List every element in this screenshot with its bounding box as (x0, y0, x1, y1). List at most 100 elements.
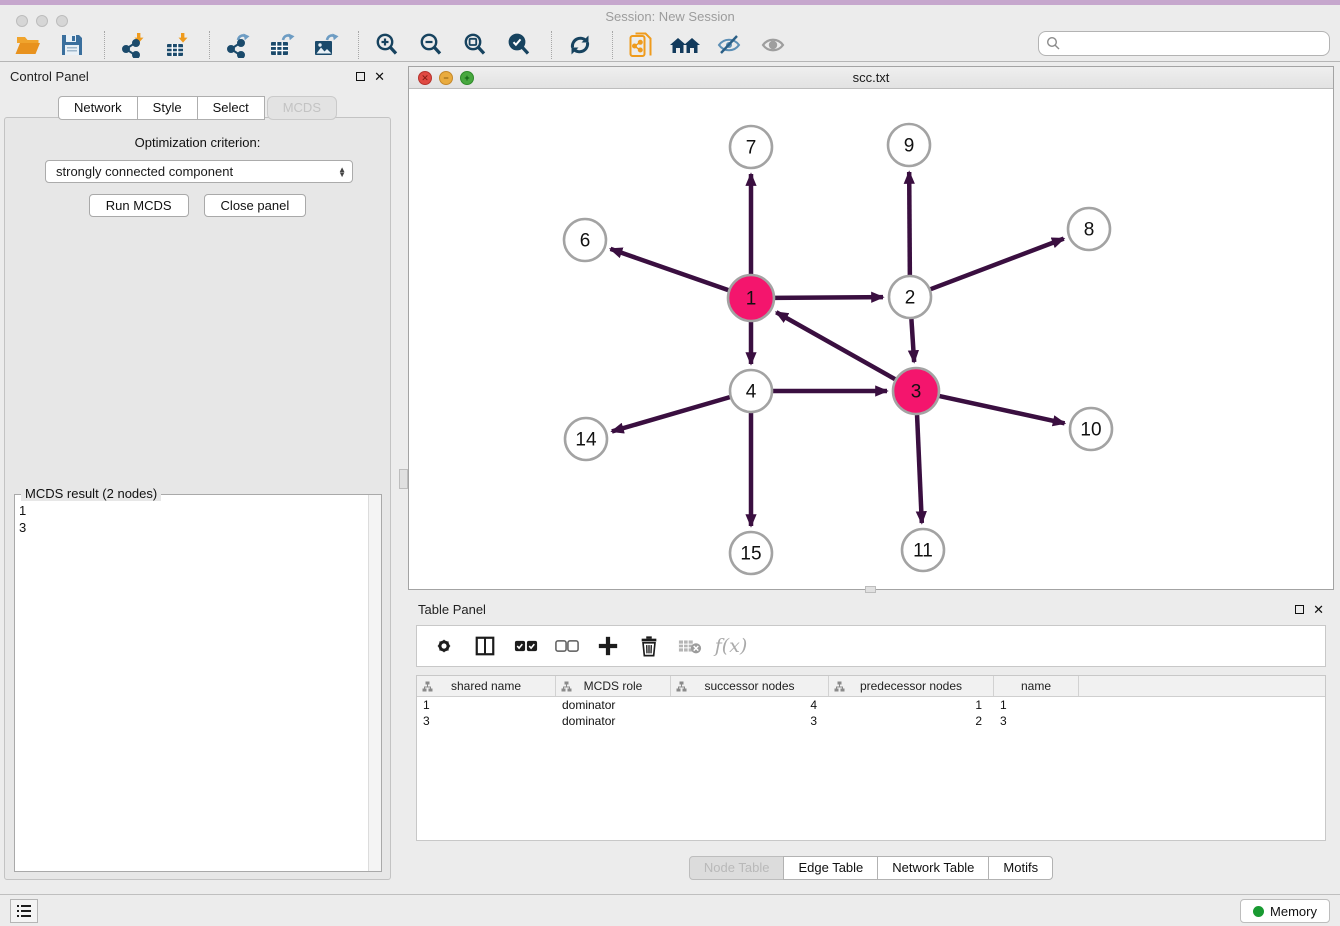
delete-rows-button[interactable] (636, 633, 662, 659)
graph-edge-2-8[interactable] (931, 239, 1064, 290)
table-cell[interactable]: 1 (829, 697, 994, 713)
table-cell[interactable]: 2 (829, 713, 994, 729)
clone-network-button[interactable] (625, 30, 657, 60)
tab-network-table[interactable]: Network Table (877, 856, 989, 880)
graph-node-14[interactable]: 14 (565, 418, 607, 460)
graph-node-10[interactable]: 10 (1070, 408, 1112, 450)
tab-select[interactable]: Select (197, 96, 265, 120)
tab-style[interactable]: Style (137, 96, 198, 120)
graph-edge-2-9[interactable] (909, 172, 910, 275)
graph-node-9[interactable]: 9 (888, 124, 930, 166)
table-cell[interactable]: 3 (994, 713, 1079, 729)
open-session-button[interactable] (12, 30, 44, 60)
table-cell[interactable]: 4 (671, 697, 829, 713)
table-cell[interactable]: 3 (417, 713, 556, 729)
graph-edge-3-10[interactable] (939, 396, 1064, 423)
graph-node-15[interactable]: 15 (730, 532, 772, 574)
table-cell[interactable]: 1 (994, 697, 1079, 713)
export-table-button[interactable] (266, 30, 298, 60)
column-header-label: shared name (451, 679, 521, 693)
graph-node-2[interactable]: 2 (889, 276, 931, 318)
window-controls-inactive[interactable] (16, 15, 68, 27)
optimization-criterion-select[interactable]: strongly connected component ▲▼ (45, 160, 353, 183)
result-scrollbar[interactable] (368, 495, 381, 871)
hide-selected-button[interactable] (713, 30, 745, 60)
close-panel-button[interactable]: Close panel (204, 194, 307, 217)
network-maximize-button[interactable]: + (460, 71, 474, 85)
eye-icon (760, 33, 786, 57)
select-all-columns-button[interactable] (513, 633, 539, 659)
graph-edge-2-3[interactable] (911, 319, 914, 362)
toolbar-search-field[interactable] (1038, 31, 1330, 56)
table-row[interactable]: 1dominator411 (417, 697, 1325, 713)
import-table-button[interactable] (161, 30, 193, 60)
import-network-button[interactable] (117, 30, 149, 60)
add-row-button[interactable] (595, 633, 621, 659)
column-header-successor-nodes[interactable]: successor nodes (671, 676, 829, 696)
home-reset-view-button[interactable] (669, 30, 701, 60)
float-panel-icon[interactable] (1295, 605, 1304, 614)
table-cell[interactable]: 1 (417, 697, 556, 713)
graph-node-4[interactable]: 4 (730, 370, 772, 412)
task-history-button[interactable] (10, 899, 38, 923)
graph-node-label: 8 (1084, 220, 1095, 241)
optimization-criterion-label: Optimization criterion: (5, 135, 390, 150)
apply-layout-button[interactable] (564, 30, 596, 60)
tab-node-table[interactable]: Node Table (689, 856, 785, 880)
tab-edge-table[interactable]: Edge Table (783, 856, 878, 880)
zoom-selected-button[interactable] (503, 30, 535, 60)
table-cell[interactable]: 3 (671, 713, 829, 729)
column-header-MCDS-role[interactable]: MCDS role (556, 676, 671, 696)
graph-node-7[interactable]: 7 (730, 126, 772, 168)
tab-motifs[interactable]: Motifs (988, 856, 1053, 880)
zoom-fit-button[interactable] (459, 30, 491, 60)
show-all-button[interactable] (757, 30, 789, 60)
column-header-name[interactable]: name (994, 676, 1079, 696)
zoom-out-button[interactable] (415, 30, 447, 60)
table-row[interactable]: 3dominator323 (417, 713, 1325, 729)
tab-mcds[interactable]: MCDS (267, 96, 337, 120)
tab-network[interactable]: Network (58, 96, 138, 120)
graph-edge-4-14[interactable] (612, 397, 730, 431)
unselect-all-columns-button[interactable] (554, 633, 580, 659)
show-column-panel-button[interactable] (472, 633, 498, 659)
graph-node-8[interactable]: 8 (1068, 208, 1110, 250)
graph-node-label: 15 (740, 544, 761, 565)
close-panel-icon[interactable]: ✕ (1313, 603, 1324, 616)
network-close-button[interactable]: ✕ (418, 71, 432, 85)
column-header-shared-name[interactable]: shared name (417, 676, 556, 696)
vertical-splitter-handle[interactable] (399, 469, 408, 489)
graph-edge-1-6[interactable] (610, 249, 728, 290)
save-session-button[interactable] (56, 30, 88, 60)
graph-node-label: 2 (905, 288, 916, 309)
run-mcds-button[interactable]: Run MCDS (89, 194, 189, 217)
network-minimize-button[interactable]: − (439, 71, 453, 85)
table-settings-button[interactable] (431, 633, 457, 659)
graph-node-3[interactable]: 3 (893, 368, 939, 414)
graph-node-11[interactable]: 11 (902, 529, 944, 571)
search-input[interactable] (1065, 34, 1329, 54)
export-network-button[interactable] (222, 30, 254, 60)
export-image-button[interactable] (310, 30, 342, 60)
zoom-selected-icon (506, 32, 532, 58)
network-canvas[interactable]: 7 9 6 8 1 2 4 3 14 10 15 11 (409, 89, 1333, 589)
table-cell[interactable]: dominator (556, 697, 671, 713)
open-folder-icon (14, 32, 42, 58)
column-header-predecessor-nodes[interactable]: predecessor nodes (829, 676, 994, 696)
close-panel-icon[interactable]: ✕ (374, 70, 385, 83)
graph-node-1[interactable]: 1 (728, 275, 774, 321)
node-table[interactable]: shared name MCDS rolesuccessor nodesprede… (416, 675, 1326, 841)
graph-node-6[interactable]: 6 (564, 219, 606, 261)
memory-button[interactable]: Memory (1240, 899, 1330, 923)
graph-edge-3-1[interactable] (776, 312, 895, 379)
minimize-window-button[interactable] (36, 15, 48, 27)
graph-edge-3-11[interactable] (917, 415, 922, 523)
float-panel-icon[interactable] (356, 72, 365, 81)
maximize-window-button[interactable] (56, 15, 68, 27)
graph-edge-1-2[interactable] (775, 297, 883, 298)
horizontal-splitter-handle[interactable] (865, 586, 876, 593)
mcds-result-list[interactable]: 1 3 (15, 498, 367, 871)
zoom-in-button[interactable] (371, 30, 403, 60)
table-cell[interactable]: dominator (556, 713, 671, 729)
close-window-button[interactable] (16, 15, 28, 27)
